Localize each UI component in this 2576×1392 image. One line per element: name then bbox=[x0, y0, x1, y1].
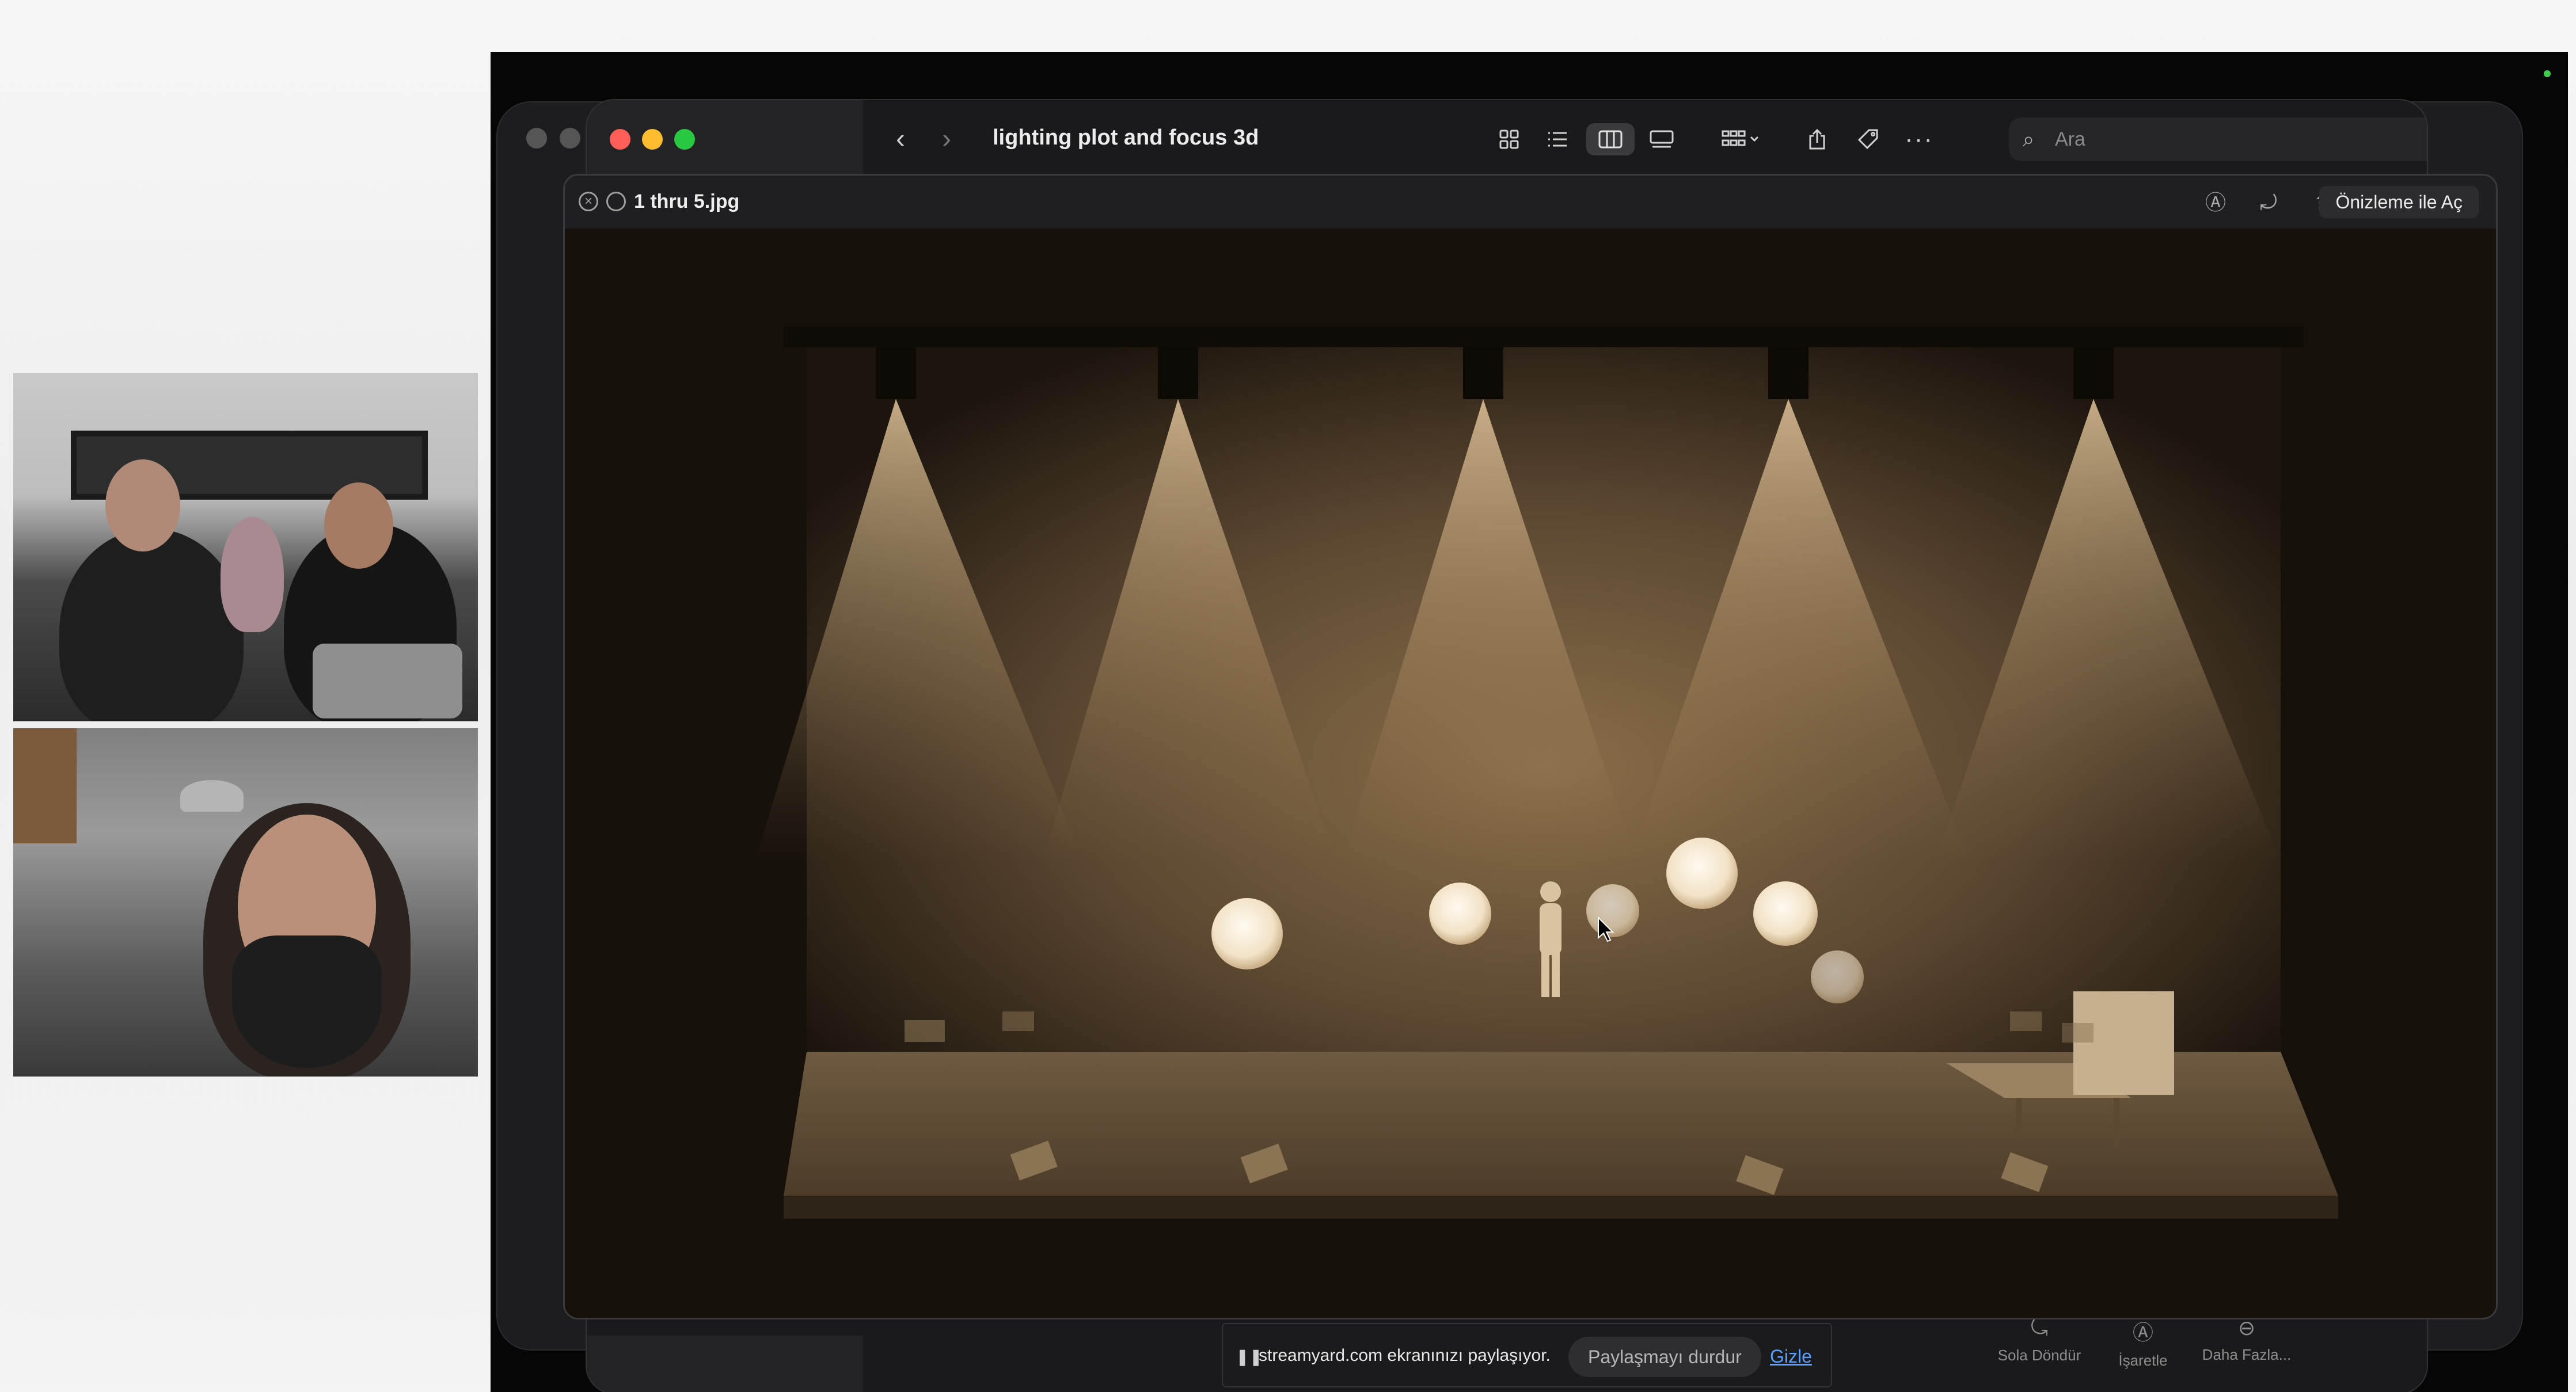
minimize-button[interactable] bbox=[642, 129, 663, 150]
preview-filename: 1 thru 5.jpg bbox=[634, 191, 740, 212]
wicker-lamp bbox=[13, 728, 77, 843]
rotate-icon[interactable]: ⤾ bbox=[2254, 188, 2283, 217]
window-title: lighting plot and focus 3d bbox=[993, 125, 1259, 150]
forward-button[interactable]: › bbox=[926, 122, 967, 157]
shared-screen: ‹ › lighting plot and focus 3d ··· ⌕ Ara… bbox=[491, 52, 2568, 1392]
screen-share-bar: ❚❚ streamyard.com ekranınızı paylaşıyor.… bbox=[1222, 1323, 1832, 1387]
finder-toolbar: ‹ › lighting plot and focus 3d ··· ⌕ Ara bbox=[863, 100, 2427, 175]
participant-video-classroom bbox=[13, 373, 478, 721]
participant-figure bbox=[59, 528, 244, 721]
stop-sharing-button[interactable]: Paylaşmayı durdur bbox=[1568, 1337, 1761, 1377]
tag-icon[interactable] bbox=[1850, 123, 1887, 155]
search-icon: ⌕ bbox=[2023, 127, 2035, 151]
markup-icon: Ⓐ bbox=[2132, 1321, 2153, 1344]
participant-beard bbox=[232, 935, 382, 1068]
column-view-icon[interactable] bbox=[1586, 123, 1635, 155]
rotate-icon: ⤿ bbox=[2031, 1316, 2048, 1340]
quick-look-header: × 1 thru 5.jpg Ⓐ ⤾ ⇪ Önizleme ile Aç bbox=[565, 176, 2496, 229]
more-label: Daha Fazla... bbox=[2202, 1346, 2292, 1363]
back-button[interactable]: ‹ bbox=[880, 122, 921, 157]
background-window-controls bbox=[526, 128, 580, 149]
minimize-icon bbox=[560, 128, 580, 149]
search-placeholder: Ara bbox=[2055, 128, 2085, 150]
stage-lighting-render bbox=[565, 229, 2496, 1318]
markup-label: İşaretle bbox=[2118, 1352, 2168, 1369]
markup-icon[interactable]: Ⓐ bbox=[2201, 188, 2230, 217]
gallery-view-icon[interactable] bbox=[1640, 123, 1683, 155]
close-preview-button[interactable]: × bbox=[579, 192, 598, 211]
group-icon[interactable] bbox=[1709, 123, 1773, 155]
search-field[interactable]: ⌕ Ara bbox=[2009, 117, 2427, 161]
window-controls bbox=[610, 129, 695, 150]
zoom-button[interactable] bbox=[674, 129, 695, 150]
rotate-left-label: Sola Döndür bbox=[1997, 1347, 2081, 1364]
finder-sidebar-footer bbox=[587, 1336, 863, 1392]
ceiling-lamp bbox=[180, 780, 244, 812]
close-button[interactable] bbox=[610, 129, 630, 150]
participant-head bbox=[324, 482, 393, 569]
more-tool[interactable]: ⊖ Daha Fazla... bbox=[2198, 1316, 2296, 1364]
share-icon[interactable] bbox=[1799, 123, 1836, 155]
hide-link[interactable]: Gizle bbox=[1770, 1346, 1812, 1367]
chair bbox=[313, 644, 462, 718]
rotate-left-tool[interactable]: ⤿ Sola Döndür bbox=[1990, 1316, 2088, 1364]
participant-figure bbox=[221, 517, 284, 632]
participant-head bbox=[105, 459, 180, 552]
fullscreen-button[interactable] bbox=[606, 192, 626, 211]
stage-render-image bbox=[565, 229, 2496, 1318]
more-icon[interactable]: ··· bbox=[1901, 123, 1937, 155]
markup-tool[interactable]: Ⓐ İşaretle bbox=[2094, 1316, 2192, 1370]
icon-view-icon[interactable] bbox=[1491, 123, 1528, 155]
participant-video-home bbox=[13, 728, 478, 1077]
recording-indicator bbox=[2544, 70, 2551, 77]
sharing-message: streamyard.com ekranınızı paylaşıyor. bbox=[1259, 1346, 1551, 1365]
quick-look-panel: × 1 thru 5.jpg Ⓐ ⤾ ⇪ Önizleme ile Aç bbox=[563, 174, 2498, 1319]
close-icon bbox=[526, 128, 547, 149]
open-with-preview-button[interactable]: Önizleme ile Aç bbox=[2319, 186, 2479, 218]
more-icon: ⊖ bbox=[2237, 1316, 2256, 1340]
list-view-icon[interactable] bbox=[1539, 123, 1576, 155]
